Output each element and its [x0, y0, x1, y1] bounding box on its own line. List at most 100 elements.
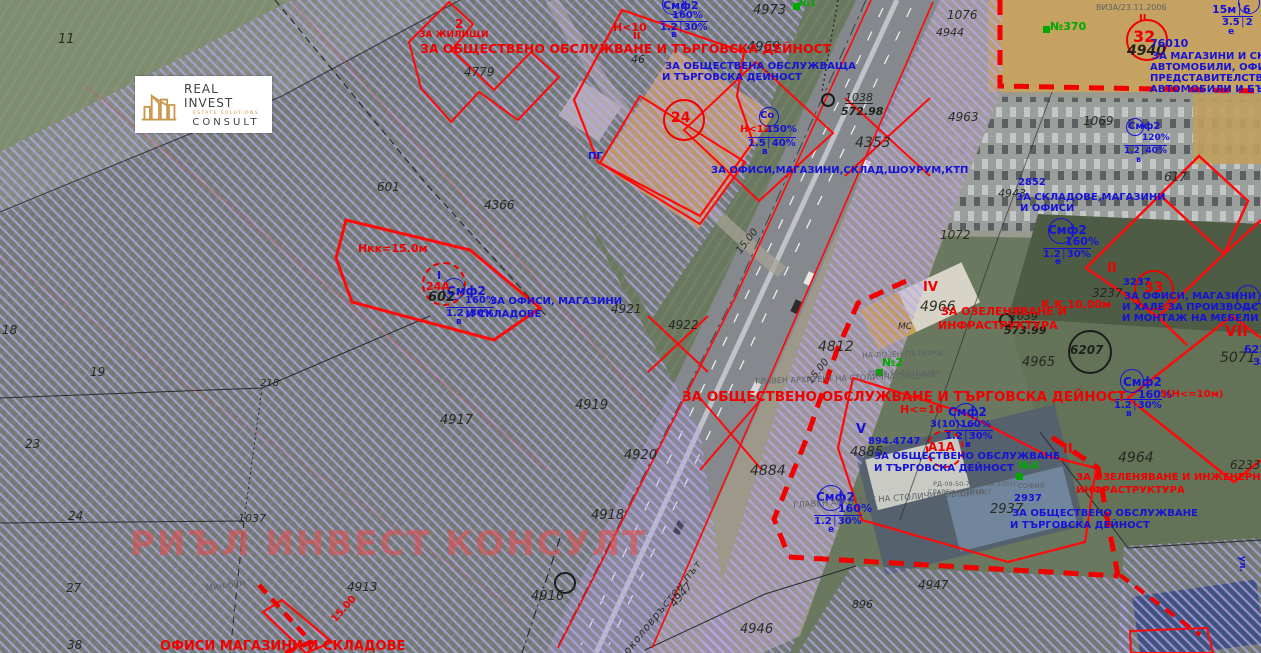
logo-buildings-icon: [139, 86, 179, 124]
map-label: ИНФРАСТРУКТУРА: [938, 320, 1058, 331]
map-label: 23: [25, 438, 40, 450]
map-label: 160%: [1065, 236, 1099, 247]
map-label: Смф2: [1123, 376, 1162, 388]
map-label: И ХАЛЕ ЗА ПРОИЗВОДСТВО: [1122, 303, 1261, 313]
map-label: околовръстен път: [622, 559, 704, 653]
map-label: И ТЪРГОВСКА ДЕЙНОСТ: [662, 73, 802, 83]
map-label: 3(10)160%: [930, 420, 991, 430]
map-label: И ТЪРГОВСКА ДЕЙНОСТ: [1010, 521, 1150, 531]
map-label: 160%: [672, 11, 703, 21]
map-label: 15м│6: [1212, 4, 1251, 15]
map-label: Н<=10: [900, 404, 943, 415]
map-label: 2: [455, 18, 463, 30]
map-label: 601: [377, 181, 400, 193]
map-label: 1.2│30%: [1043, 248, 1091, 260]
map-label: 32: [1133, 29, 1155, 45]
map-label: 24: [671, 111, 690, 125]
map-label: 4922: [668, 319, 699, 331]
map-label: 4919: [575, 399, 608, 412]
map-label: 218: [260, 379, 279, 389]
map-label: К.К.10,00м: [1041, 299, 1111, 310]
map-label: 1037: [238, 513, 266, 524]
map-label: 11: [58, 33, 75, 46]
map-label: 622: [1244, 344, 1261, 355]
map-label: IV: [923, 281, 938, 294]
map-label: 4916: [531, 590, 564, 603]
map-label: в: [1136, 156, 1141, 164]
map-label: 76010: [1150, 38, 1188, 49]
map-label: ЗА ОБЩЕСТВЕНА ОБСЛУЖВАЩА: [665, 62, 856, 72]
map-label: ПГ: [588, 152, 603, 162]
map-label: 18: [2, 324, 17, 336]
map-label: СОФИЯ: [1018, 483, 1045, 490]
map-label: ОФИСИ МАГАЗИНИ И СКЛАДОВЕ: [160, 640, 405, 653]
map-label: ЗА ОЗЕЛЕНЯВАНЕ И ИНЖЕНЕРНА: [1076, 473, 1261, 483]
map-label: е: [1055, 258, 1061, 267]
map-label: №370: [1050, 21, 1086, 32]
map-label: 6207: [1070, 344, 1103, 356]
map-label: 15.00: [735, 227, 761, 256]
map-label: 6233: [1230, 459, 1261, 471]
map-label: е: [1228, 28, 1234, 37]
logo-title: REAL INVEST: [184, 82, 268, 110]
map-label: 572.98: [841, 106, 883, 117]
map-label: И СКЛАДОВЕ: [466, 310, 541, 320]
logo-subtitle: CONSULT: [192, 117, 259, 128]
map-label: ЗА ОБЩЕСТВЕНО ОБСЛУЖВАНЕ И ТЪРГОВСКА ДЕЙ…: [682, 391, 1126, 405]
map-label: 2852: [1018, 178, 1046, 188]
map-label: 33: [1144, 281, 1163, 295]
map-label: ЗА ОБЩЕСТВЕНО ОБСЛУЖВАНЕ: [1012, 509, 1198, 519]
map-label: II: [1063, 443, 1073, 456]
map-label: 1076: [947, 9, 978, 21]
map-label: 1038: [845, 92, 873, 104]
map-label: Мин.60м: [205, 579, 246, 594]
map-label: 3.5│2: [1222, 16, 1253, 28]
map-label: Нкк=15.0м: [358, 243, 428, 254]
map-label: 1.5│40%: [748, 137, 796, 149]
logo-text: REAL INVEST ESTATE SOLUTIONS CONSULT: [184, 82, 268, 128]
map-label: 4918: [591, 509, 624, 522]
map-label: 19: [90, 366, 105, 378]
map-label: 4965: [1022, 356, 1055, 369]
map-label: Смф2: [948, 406, 987, 418]
map-label: Н<10: [613, 22, 647, 33]
map-label: 4366: [484, 199, 515, 211]
map-label: 24: [68, 510, 83, 522]
map-label: 15.00: [330, 594, 359, 624]
map-label: 24А: [426, 281, 450, 292]
company-logo: REAL INVEST ESTATE SOLUTIONS CONSULT: [135, 76, 272, 133]
map-label: в: [1126, 410, 1132, 419]
map-label: 896: [852, 599, 873, 610]
map-label: 1072: [940, 229, 971, 241]
map-label: 617: [1164, 171, 1187, 183]
map-label: 4917: [440, 414, 473, 427]
map-label: 27: [66, 582, 81, 594]
map-label: 1.2│30%: [814, 515, 862, 527]
map-label: ЗА СКЛАДОВЕ,МАГАЗИНИ: [1016, 193, 1166, 203]
map-label: II: [1107, 262, 1117, 275]
map-label: V: [856, 423, 866, 436]
map-label: 4779: [464, 66, 495, 78]
map-label: ГЛАВЕН АРХИТЕКТ НА СТОЛИЧНА ОБЩИНА: [755, 372, 936, 386]
map-label: 4920: [624, 449, 657, 462]
map-label: в: [762, 148, 768, 157]
map-label: в: [456, 318, 462, 327]
map-label: е: [828, 526, 834, 535]
map-label: VII: [1225, 324, 1248, 339]
map-label: Со: [760, 111, 774, 121]
map-label: 1.2│30%: [660, 21, 708, 33]
map-label: ИНФРАСТРУКТУРА: [1076, 486, 1185, 496]
map-canvas[interactable]: 1118192324273821810376014779436660249214…: [0, 0, 1261, 653]
map-label: И ТЪРГОВСКА ДЕЙНОСТ: [874, 464, 1014, 474]
map-label: ВИЗА/23.11.2006: [1096, 4, 1167, 12]
map-label: 4963: [948, 111, 979, 123]
map-label: 4353: [855, 136, 891, 150]
map-label: в: [965, 441, 971, 450]
map-label: 150%: [766, 125, 797, 135]
map-label: 894.4747: [868, 437, 921, 447]
map-label: АВТОМОБИЛИ И БЪРЗ: [1150, 85, 1261, 95]
map-label: 120%: [1142, 134, 1170, 143]
map-label: 38: [67, 639, 82, 651]
map-label: ЗА ЖИЛИЩИ: [419, 31, 489, 40]
map-label: ЗА ОФИСИ, МАГАЗИНИ: [490, 297, 622, 307]
